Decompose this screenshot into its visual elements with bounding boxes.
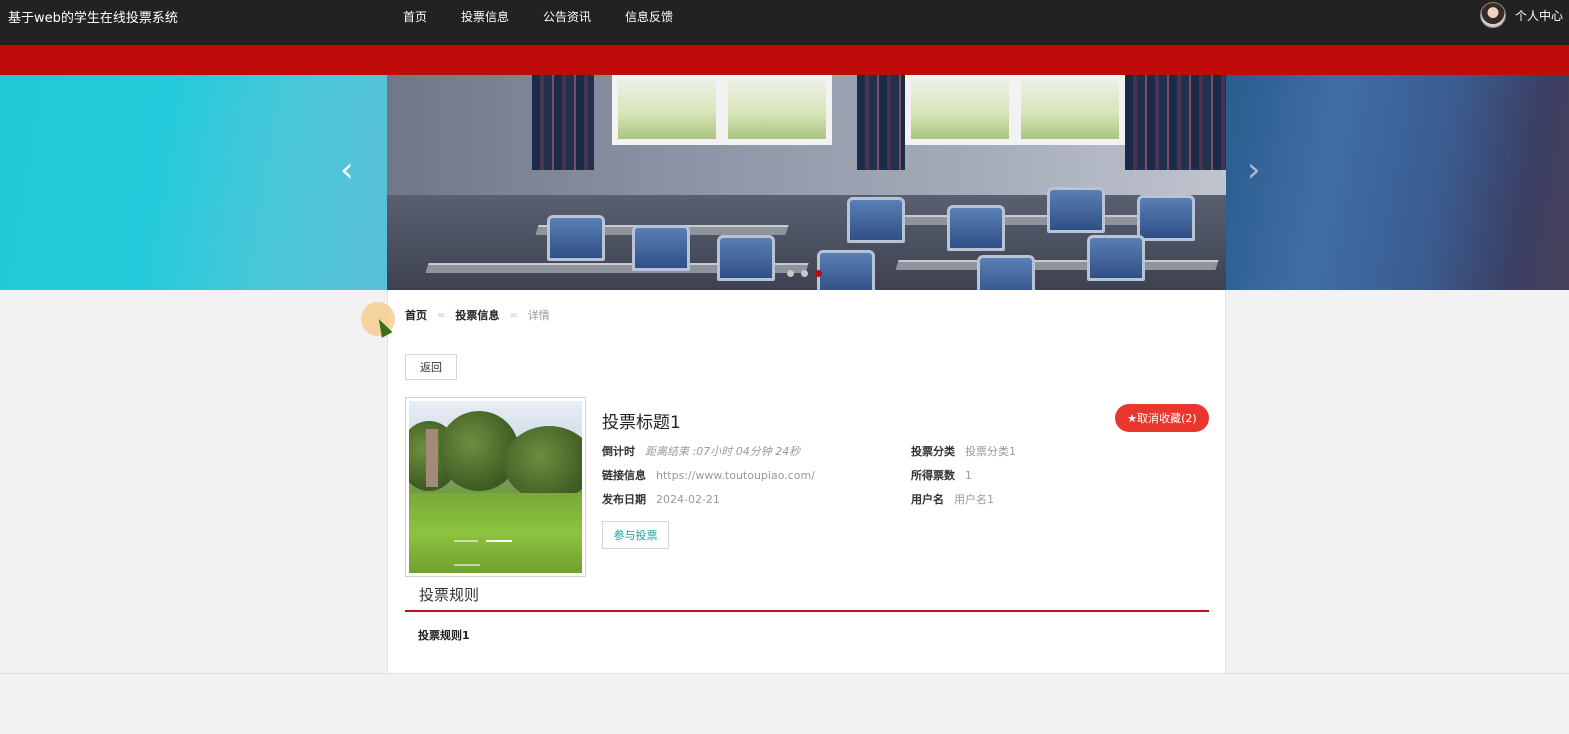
image-indicator[interactable] bbox=[454, 540, 478, 542]
rules-heading: 投票规则 bbox=[419, 586, 480, 604]
countdown-field: 倒计时 距离结束 :07小时 04分钟 24秒 bbox=[602, 443, 800, 459]
date-label: 发布日期 bbox=[602, 493, 646, 506]
category-label: 投票分类 bbox=[911, 445, 955, 458]
breadcrumb-vote-info[interactable]: 投票信息 bbox=[455, 307, 499, 323]
unfavorite-button[interactable]: ★取消收藏(2) bbox=[1115, 404, 1209, 432]
breadcrumb-separator: = bbox=[437, 309, 446, 321]
username-label: 用户名 bbox=[911, 493, 944, 506]
breadcrumb-home[interactable]: 首页 bbox=[405, 307, 427, 323]
nav-home[interactable]: 首页 bbox=[403, 8, 427, 25]
carousel-dot-active[interactable] bbox=[815, 270, 822, 277]
main-nav: 首页 投票信息 公告资讯 信息反馈 bbox=[403, 8, 707, 25]
votes-label: 所得票数 bbox=[911, 469, 955, 482]
chevron-left-icon[interactable]: ‹ bbox=[340, 153, 354, 187]
link-field: 链接信息 https://www.toutoupiao.com/ bbox=[602, 467, 815, 483]
site-title[interactable]: 基于web的学生在线投票系统 bbox=[8, 7, 178, 26]
footer-divider bbox=[0, 673, 1569, 674]
nav-vote-info[interactable]: 投票信息 bbox=[461, 8, 509, 25]
carousel-indicators bbox=[787, 270, 829, 277]
carousel-current-slide bbox=[387, 75, 1226, 290]
countdown-label: 倒计时 bbox=[602, 445, 635, 458]
username-field: 用户名 用户名1 bbox=[911, 491, 994, 507]
avatar[interactable] bbox=[1479, 2, 1506, 28]
category-value: 投票分类1 bbox=[965, 445, 1016, 458]
category-field: 投票分类 投票分类1 bbox=[911, 443, 1016, 459]
link-value[interactable]: https://www.toutoupiao.com/ bbox=[656, 469, 815, 482]
top-navbar: 基于web的学生在线投票系统 首页 投票信息 公告资讯 信息反馈 个人中心 bbox=[0, 0, 1569, 45]
breadcrumb-current: 详情 bbox=[527, 309, 550, 322]
date-value: 2024-02-21 bbox=[656, 493, 720, 506]
vote-title: 投票标题1 bbox=[602, 413, 681, 433]
carousel-dot[interactable] bbox=[787, 270, 794, 277]
breadcrumb: 首页 = 投票信息 = 详情 bbox=[405, 307, 550, 323]
votes-value: 1 bbox=[965, 469, 972, 482]
accent-bar bbox=[0, 45, 1569, 75]
countdown-value: 距离结束 :07小时 04分钟 24秒 bbox=[645, 445, 801, 458]
link-label: 链接信息 bbox=[602, 469, 646, 482]
join-vote-button[interactable]: 参与投票 bbox=[602, 521, 669, 549]
votes-field: 所得票数 1 bbox=[911, 467, 972, 483]
banner-carousel: ‹ › bbox=[0, 75, 1569, 290]
nav-feedback[interactable]: 信息反馈 bbox=[625, 8, 673, 25]
detail-panel: 首页 = 投票信息 = 详情 返回 投票标题1 ★取消收藏(2) 倒计时 距离结束… bbox=[387, 290, 1226, 674]
user-menu[interactable]: 个人中心 bbox=[1479, 2, 1563, 28]
rules-divider bbox=[405, 610, 1209, 612]
breadcrumb-separator: = bbox=[509, 309, 518, 321]
carousel-next-slide bbox=[1226, 75, 1569, 290]
username-value: 用户名1 bbox=[954, 493, 994, 506]
nav-announcements[interactable]: 公告资讯 bbox=[543, 8, 591, 25]
personal-center-link[interactable]: 个人中心 bbox=[1515, 7, 1563, 24]
image-indicator[interactable] bbox=[454, 564, 480, 566]
rules-content: 投票规则1 bbox=[418, 629, 470, 642]
carousel-dot[interactable] bbox=[801, 270, 808, 277]
chevron-right-icon[interactable]: › bbox=[1247, 153, 1261, 187]
image-indicator-active[interactable] bbox=[486, 540, 512, 542]
vote-image bbox=[405, 397, 586, 577]
back-button[interactable]: 返回 bbox=[405, 354, 457, 380]
carousel-prev-slide bbox=[0, 75, 387, 290]
date-field: 发布日期 2024-02-21 bbox=[602, 491, 720, 507]
